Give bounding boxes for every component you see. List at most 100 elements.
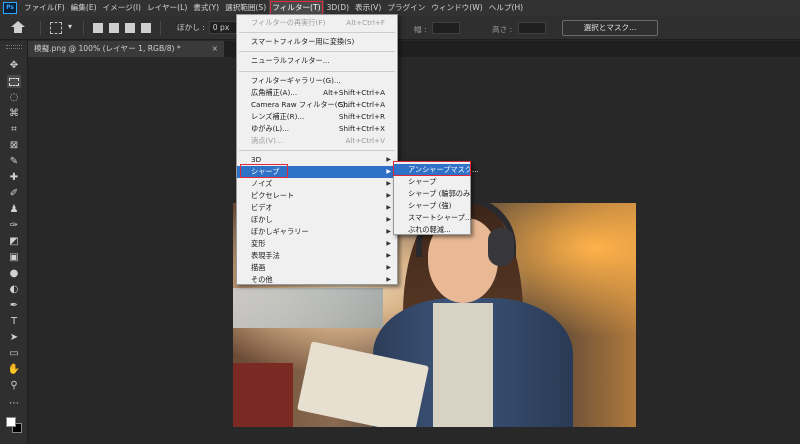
submenu-arrow-icon: ▶ [386,252,391,259]
home-icon[interactable] [10,20,26,36]
subtract-selection-icon[interactable] [125,22,135,33]
menu-item-label: 3D [251,155,262,164]
foreground-color[interactable] [6,417,16,427]
menu-item-pixelate[interactable]: ピクセレート ▶ [237,190,397,202]
rectangle-tool-icon[interactable]: ▭ [7,347,21,360]
menu-item-label: ビデオ [251,203,273,212]
menu-item-sharpen-basic[interactable]: シャープ [394,176,470,188]
menu-item-label: その他 [251,275,273,284]
submenu-arrow-icon: ▶ [386,228,391,235]
move-tool-icon[interactable]: ✥ [7,59,21,72]
chevron-down-icon[interactable]: ▾ [68,22,74,34]
sharpen-submenu: アンシャープマスク... シャープ シャープ (輪郭のみ) シャープ (強) ス… [393,161,479,236]
menu-item-liquify[interactable]: ゆがみ(L)... Shift+Ctrl+X [237,123,397,135]
menu-layer[interactable]: レイヤー(L) [144,0,190,16]
dodge-tool-icon[interactable]: ◐ [7,283,21,296]
intersect-selection-icon[interactable] [141,22,151,33]
menu-item-sharpen[interactable]: シャープ ▶ [237,166,397,178]
menu-item-shortcut: Alt+Ctrl+V [345,136,385,145]
more-tools-icon[interactable]: ⋯ [7,397,21,410]
menu-item-label: 変形 [251,239,266,248]
submenu-arrow-icon: ▶ [386,192,391,199]
art-shirt [433,303,493,427]
eyedropper-tool-icon[interactable]: ✎ [7,155,21,168]
menu-item-label: ぼかし [251,215,273,224]
menu-item-blur-gallery[interactable]: ぼかしギャラリー ▶ [237,226,397,238]
separator [160,20,161,35]
new-selection-icon[interactable] [93,22,103,33]
menu-item-camera-raw[interactable]: Camera Raw フィルター(C)... Shift+Ctrl+A [237,99,397,111]
menu-item-smart-sharpen[interactable]: スマートシャープ... [394,212,472,224]
menu-item-sharpen-edges[interactable]: シャープ (輪郭のみ) [394,188,473,200]
menu-item-label: Camera Raw フィルター(C)... [251,100,353,109]
menu-item-label: ゆがみ(L)... [251,124,290,133]
submenu-arrow-icon: ▶ [386,204,391,211]
pen-tool-icon[interactable]: ✒ [7,299,21,312]
menu-item-blur[interactable]: ぼかし ▶ [237,214,397,226]
menu-item-unsharp-mask[interactable]: アンシャープマスク... [394,164,479,176]
marquee-tool-icon[interactable] [7,75,21,88]
menu-item-noise[interactable]: ノイズ ▶ [237,178,397,190]
photoshop-logo: Ps [3,2,17,14]
eraser-tool-icon[interactable]: ◩ [7,235,21,248]
close-icon[interactable]: × [212,41,218,57]
menu-item-adaptive-wide-angle[interactable]: 広角補正(A)... Alt+Shift+Ctrl+A [237,87,397,99]
menu-edit[interactable]: 編集(E) [68,0,100,16]
lasso-tool-icon[interactable]: ◌ [7,91,21,104]
panel-grip[interactable] [6,45,22,49]
menu-item-sharpen-more[interactable]: シャープ (強) [394,200,470,212]
document-tab[interactable]: 模擬.png @ 100% (レイヤー 1, RGB/8) * × [28,41,224,57]
select-and-mask-button[interactable]: 選択とマスク... [562,20,658,36]
menu-item-label: ノイズ [251,179,273,188]
separator [40,20,41,35]
menu-item-label: 描画 [251,263,266,272]
menu-item-label: フィルターの再実行(F) [251,18,326,27]
menu-item-lens-correction[interactable]: レンズ補正(R)... Shift+Ctrl+R [237,111,397,123]
options-bar: ▾ ぼかし : 0 px [0,16,800,40]
healing-brush-tool-icon[interactable]: ✚ [7,171,21,184]
rect-marquee-icon[interactable] [50,21,62,34]
menu-item-3d[interactable]: 3D ▶ [237,154,397,166]
menu-item-filter-gallery[interactable]: フィルターギャラリー(G)... [237,75,397,87]
path-select-tool-icon[interactable]: ➤ [7,331,21,344]
menu-item-video[interactable]: ビデオ ▶ [237,202,397,214]
add-selection-icon[interactable] [109,22,119,33]
menu-item-label: 消点(V)... [251,136,283,145]
blur-tool-icon[interactable]: ● [7,267,21,280]
submenu-arrow-icon: ▶ [386,180,391,187]
menu-item-label: ニューラルフィルター... [251,56,330,65]
menu-image[interactable]: イメージ(I) [100,0,144,16]
frame-tool-icon[interactable]: ⊠ [7,139,21,152]
zoom-tool-icon[interactable]: ⚲ [7,379,21,392]
color-swatches[interactable] [6,417,22,433]
menu-type[interactable]: 書式(Y) [190,0,222,16]
quick-select-tool-icon[interactable]: ⌘ [7,107,21,120]
menu-help[interactable]: ヘルプ(H) [486,0,526,16]
menu-item-convert-smart-filters[interactable]: スマートフィルター用に変換(S) [237,36,397,48]
hand-tool-icon[interactable]: ✋ [7,363,21,376]
menu-item-neural-filters[interactable]: ニューラルフィルター... [237,55,397,67]
art-seat [233,363,293,427]
brush-tool-icon[interactable]: ✐ [7,187,21,200]
menu-item-render[interactable]: 描画 ▶ [237,262,397,274]
menu-item-other[interactable]: その他 ▶ [237,274,397,286]
menu-item-distort[interactable]: 変形 ▶ [237,238,397,250]
menu-item-shake-reduction[interactable]: ぶれの軽減... [394,224,470,236]
menu-item-label: フィルターギャラリー(G)... [251,76,341,85]
menu-file[interactable]: ファイル(F) [21,0,68,16]
history-brush-tool-icon[interactable]: ✑ [7,219,21,232]
gradient-tool-icon[interactable]: ▣ [7,251,21,264]
height-label: 高さ : [492,25,513,34]
submenu-arrow-icon: ▶ [386,276,391,283]
width-input[interactable] [432,22,460,34]
crop-tool-icon[interactable]: ⌗ [7,123,21,136]
menu-item-stylize[interactable]: 表現手法 ▶ [237,250,397,262]
menu-separator [239,32,395,33]
height-input[interactable] [518,22,546,34]
menu-item-shortcut: Shift+Ctrl+X [338,124,385,133]
submenu-arrow-icon: ▶ [386,240,391,247]
menu-item-label: レンズ補正(R)... [251,112,305,121]
clone-stamp-tool-icon[interactable]: ♟ [7,203,21,216]
type-tool-icon[interactable]: T [7,315,21,328]
menu-window[interactable]: ウィンドウ(W) [428,0,485,16]
